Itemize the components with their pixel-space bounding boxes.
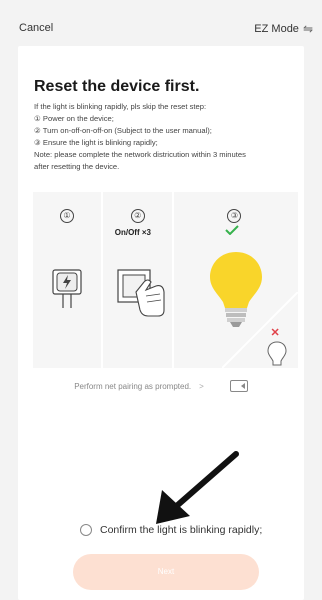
chevron-right-icon: >: [199, 381, 204, 391]
instruction-line: Note: please complete the network distri…: [34, 150, 246, 159]
cancel-button[interactable]: Cancel: [19, 22, 53, 34]
pairing-text: Perform net pairing as prompted.: [74, 381, 192, 391]
step-number: ③: [227, 209, 242, 223]
step-panel-power: ①: [33, 192, 101, 368]
video-icon[interactable]: [229, 380, 248, 392]
step-panel-blinking: ③ ✕: [174, 192, 299, 368]
switch-press-icon: [117, 269, 165, 317]
instruction-line: ① Power on the device;: [34, 114, 114, 123]
small-bulb-icon: [267, 341, 287, 366]
next-button[interactable]: Next: [73, 554, 259, 590]
check-icon: [225, 225, 240, 235]
onoff-caption: On/Off ×3: [114, 228, 151, 237]
instruction-line: If the light is blinking rapidly, pls sk…: [34, 102, 207, 111]
ez-mode-label: EZ Mode: [254, 23, 299, 35]
power-plug-icon: [52, 269, 82, 308]
swap-icon: ⇋: [302, 22, 313, 36]
reset-instructions: If the light is blinking rapidly, pls sk…: [34, 101, 296, 173]
step-number: ①: [60, 209, 74, 223]
step-number: ②: [130, 209, 145, 223]
reset-steps-illustration: ① ② On/Off ×3 ③ ✕: [33, 192, 299, 368]
pairing-help-link[interactable]: Perform net pairing as prompted. >: [18, 380, 304, 392]
pointer-arrow: [156, 451, 239, 524]
instruction-line: after resetting the device.: [34, 162, 120, 171]
instruction-line: ③ Ensure the light is blinking rapidly;: [34, 138, 158, 147]
cross-icon: ✕: [270, 327, 280, 339]
page-title: Reset the device first.: [34, 78, 200, 95]
ez-mode-button[interactable]: EZ Mode ⇋: [254, 22, 313, 36]
instruction-line: ② Turn on-off-on-off-on (Subject to the …: [34, 126, 212, 135]
radio-icon[interactable]: [80, 524, 92, 536]
step-panel-switch: ② On/Off ×3: [102, 192, 173, 368]
